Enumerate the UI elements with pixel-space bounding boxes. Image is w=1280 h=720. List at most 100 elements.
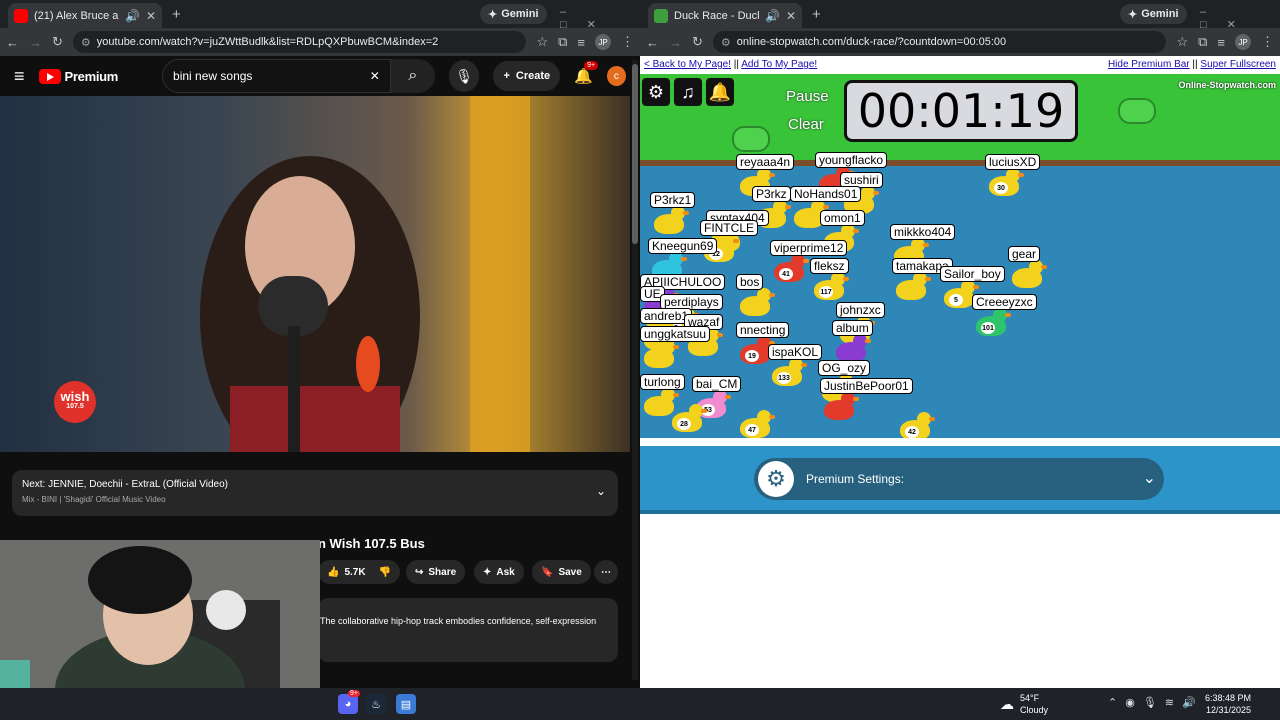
user-avatar[interactable]: c — [606, 66, 626, 86]
thumbs-up-icon: 👍 — [327, 566, 340, 578]
steam-icon[interactable]: ♨ — [366, 694, 386, 714]
wish-logo: wish 107.5 — [54, 381, 96, 423]
link-separator: || — [733, 59, 739, 70]
new-tab-icon[interactable]: + — [172, 6, 181, 23]
network-icon[interactable]: ◉ — [1125, 697, 1143, 709]
back-to-page-link[interactable]: < Back to My Page! — [644, 59, 731, 70]
video-title: n Wish 107.5 Bus — [318, 536, 425, 551]
cloud-icon: ☁ — [1000, 696, 1014, 712]
system-clock[interactable]: 6:38:48 PM 12/31/2025 — [1205, 692, 1251, 716]
race-duck — [836, 334, 871, 362]
speaker-icon[interactable]: 🔊 — [125, 9, 140, 23]
notepad-icon[interactable]: ▤ — [396, 694, 416, 714]
video-player[interactable]: wish 107.5 — [0, 96, 630, 452]
ask-button[interactable]: ✦ Ask — [474, 560, 524, 584]
chevron-down-icon[interactable]: ⌄ — [596, 484, 606, 498]
duck-name-label: luciusXD — [985, 154, 1041, 170]
save-button[interactable]: 🔖 Save — [532, 560, 591, 584]
race-duck: 41 — [774, 254, 809, 282]
race-duck: 30 — [989, 168, 1024, 196]
race-duck: 42 — [900, 412, 935, 438]
chevron-up-icon[interactable]: ⌃ — [1108, 697, 1125, 709]
game-controls: ⚙ ♫ 🔔 — [642, 78, 734, 106]
hamburger-menu-icon[interactable]: ≡ — [14, 66, 25, 87]
pause-button[interactable]: Pause — [786, 88, 829, 105]
bookmark-star-icon[interactable]: ☆ — [1176, 34, 1188, 50]
more-actions-button[interactable]: ⋯ — [594, 560, 618, 584]
gear-icon[interactable]: ⚙ — [642, 78, 670, 106]
add-to-page-link[interactable]: Add To My Page! — [741, 59, 817, 70]
back-icon[interactable]: ← — [646, 35, 659, 50]
kebab-menu-icon[interactable]: ⋮ — [1261, 34, 1274, 50]
gemini-button[interactable]: ✦ Gemini — [1120, 4, 1187, 24]
speaker-icon[interactable]: 🔊 — [765, 9, 780, 23]
weather-condition: Cloudy — [1020, 705, 1049, 715]
profile-avatar[interactable]: JP — [595, 34, 611, 50]
create-button[interactable]: + Create — [493, 61, 561, 91]
youtube-logo-icon — [38, 68, 61, 84]
reload-icon[interactable]: ↻ — [52, 34, 63, 50]
description-box[interactable]: The collaborative hip-hop track embodies… — [318, 598, 618, 662]
site-info-icon[interactable]: ⚙ — [721, 36, 731, 49]
duck-name-label: OG_ozy — [818, 360, 871, 376]
youtube-browser-window: (21) Alex Bruce and Zae pe 🔊 ✕ + ✦Gemini… — [0, 0, 640, 688]
tab-close-icon[interactable]: ✕ — [786, 9, 796, 23]
page-scrollbar[interactable] — [632, 60, 638, 680]
tab-youtube[interactable]: (21) Alex Bruce and Zae pe 🔊 ✕ — [8, 3, 162, 28]
youtube-logo[interactable]: Premium — [38, 68, 118, 84]
back-icon[interactable]: ← — [6, 35, 19, 50]
reload-icon[interactable]: ↻ — [692, 34, 703, 50]
address-bar[interactable]: ⚙ online-stopwatch.com/duck-race/?countd… — [712, 31, 1167, 53]
notifications-button[interactable]: 🔔 9+ — [574, 60, 599, 86]
menu-list-icon[interactable]: ≡ — [577, 35, 585, 50]
tab-close-icon[interactable]: ✕ — [146, 9, 156, 23]
forward-icon[interactable]: → — [669, 35, 682, 50]
mic-icon[interactable]: 🎙 — [1143, 697, 1165, 709]
microphone-icon: 🎙 — [455, 67, 474, 84]
search-button[interactable]: ⌕ — [390, 59, 435, 93]
thumbs-down-icon[interactable]: 👎 — [379, 567, 391, 578]
race-duck: 47 — [740, 410, 775, 438]
menu-list-icon[interactable]: ≡ — [1217, 35, 1225, 50]
discord-badge: 9+ — [348, 690, 360, 697]
chevron-down-icon: ⌄ — [1142, 470, 1156, 487]
next-title: Next: JENNIE, Doechii - ExtraL (Official… — [22, 479, 228, 490]
premium-settings-label: Premium Settings: — [806, 472, 905, 486]
like-button[interactable]: 👍 5.7K 👎 — [318, 560, 401, 584]
duck-name-label: Sailor_boy — [940, 266, 1005, 282]
more-icon: ⋯ — [601, 566, 611, 578]
clear-button[interactable]: Clear — [788, 116, 824, 133]
webcam-feed — [0, 540, 320, 688]
forward-icon[interactable]: → — [29, 35, 42, 50]
bookmark-star-icon[interactable]: ☆ — [536, 34, 548, 50]
music-icon[interactable]: ♫ — [674, 78, 702, 106]
address-bar[interactable]: ⚙ youtube.com/watch?v=juZWttBudlk&list=R… — [72, 31, 527, 53]
extensions-icon[interactable]: ⧉ — [558, 34, 567, 50]
new-tab-icon[interactable]: + — [812, 6, 821, 23]
super-fullscreen-link[interactable]: Super Fullscreen — [1200, 59, 1276, 70]
kebab-menu-icon[interactable]: ⋮ — [621, 34, 634, 50]
search-input[interactable]: bini new songs ✕ — [162, 59, 391, 93]
weather-widget[interactable]: ☁ 54°F Cloudy — [1000, 692, 1048, 716]
hide-premium-bar-link[interactable]: Hide Premium Bar — [1108, 59, 1190, 70]
wifi-icon[interactable]: ≋ — [1165, 697, 1182, 709]
sound-icon[interactable]: 🔔 — [706, 78, 734, 106]
discord-icon[interactable]: ◕ — [338, 694, 358, 714]
duck-name-label: P3rkz1 — [650, 192, 696, 208]
site-info-icon[interactable]: ⚙ — [81, 36, 91, 49]
up-next-card[interactable]: Next: JENNIE, Doechii - ExtraL (Official… — [12, 470, 618, 516]
volume-icon[interactable]: 🔊 — [1182, 697, 1204, 709]
share-button[interactable]: ↪ Share — [406, 560, 466, 584]
sparkle-icon: ✦ — [1128, 8, 1138, 21]
premium-settings-toggle[interactable]: ⚙ Premium Settings: ⌄ — [754, 458, 1164, 500]
plus-icon: + — [503, 70, 510, 82]
clear-search-icon[interactable]: ✕ — [370, 69, 380, 83]
gemini-button[interactable]: ✦ Gemini — [480, 4, 547, 24]
search-query: bini new songs — [173, 69, 253, 83]
duck-name-label: turlong — [640, 374, 685, 390]
system-tray[interactable]: ⌃◉🎙≋🔊 — [1108, 696, 1204, 709]
tab-duck-race[interactable]: Duck Race - Duck Games 🔊 ✕ — [648, 3, 802, 28]
extensions-icon[interactable]: ⧉ — [1198, 34, 1207, 50]
voice-search-button[interactable]: 🎙 — [448, 60, 480, 92]
profile-avatar[interactable]: JP — [1235, 34, 1251, 50]
